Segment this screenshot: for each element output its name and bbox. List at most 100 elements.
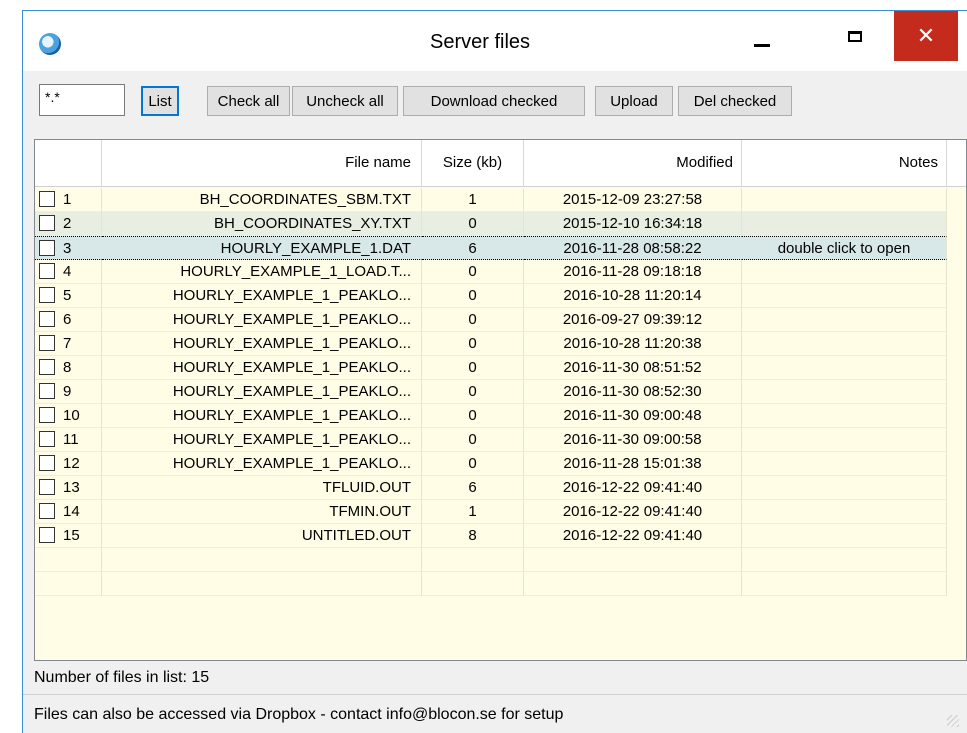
check-all-button[interactable]: Check all	[207, 86, 290, 116]
row-checkbox[interactable]	[39, 310, 55, 327]
maximize-button[interactable]	[826, 11, 884, 61]
modified-cell: 2016-11-30 08:51:52	[524, 356, 742, 380]
table-row[interactable]: 14 TFMIN.OUT 1 2016-12-22 09:41:40	[35, 500, 947, 524]
table-row[interactable]: 7 HOURLY_EXAMPLE_1_PEAKLO... 0 2016-10-28 1…	[35, 332, 947, 356]
file-name-cell[interactable]: BH_COORDINATES_XY.TXT	[102, 212, 422, 236]
row-select-cell[interactable]: 15	[35, 524, 102, 548]
row-number: 5	[63, 287, 72, 304]
download-checked-button[interactable]: Download checked	[403, 86, 585, 116]
table-row[interactable]: 8 HOURLY_EXAMPLE_1_PEAKLO... 0 2016-11-30 0…	[35, 356, 947, 380]
row-select-cell[interactable]: 13	[35, 476, 102, 500]
row-number: 15	[63, 527, 80, 544]
size-cell: 0	[422, 404, 524, 428]
row-checkbox[interactable]	[39, 382, 55, 399]
del-checked-button[interactable]: Del checked	[678, 86, 792, 116]
file-name-cell[interactable]: TFLUID.OUT	[102, 476, 422, 500]
file-name-cell[interactable]: HOURLY_EXAMPLE_1_PEAKLO...	[102, 284, 422, 308]
size-cell: 0	[422, 284, 524, 308]
notes-cell: double click to open	[742, 236, 947, 260]
row-number: 9	[63, 383, 72, 400]
file-name-cell[interactable]: BH_COORDINATES_SBM.TXT	[102, 188, 422, 212]
row-select-cell[interactable]: 10	[35, 404, 102, 428]
file-name-cell[interactable]: HOURLY_EXAMPLE_1.DAT	[102, 236, 422, 260]
table-row[interactable]: 10 HOURLY_EXAMPLE_1_PEAKLO... 0 2016-11-30 …	[35, 404, 947, 428]
row-number: 12	[63, 455, 80, 472]
row-checkbox[interactable]	[39, 406, 55, 423]
modified-cell: 2016-11-28 08:58:22	[524, 236, 742, 260]
row-checkbox[interactable]	[39, 358, 55, 375]
row-select-cell[interactable]: 8	[35, 356, 102, 380]
row-checkbox[interactable]	[39, 190, 55, 207]
notes-cell	[742, 332, 947, 356]
uncheck-all-button[interactable]: Uncheck all	[292, 86, 398, 116]
row-number: 8	[63, 359, 72, 376]
file-name-cell[interactable]: UNTITLED.OUT	[102, 524, 422, 548]
row-select-cell[interactable]: 6	[35, 308, 102, 332]
row-checkbox[interactable]	[39, 478, 55, 495]
file-name-cell[interactable]: TFMIN.OUT	[102, 500, 422, 524]
row-select-cell[interactable]: 5	[35, 284, 102, 308]
row-checkbox[interactable]	[39, 286, 55, 303]
row-number: 1	[63, 191, 72, 208]
column-header-select[interactable]	[35, 140, 102, 186]
row-checkbox[interactable]	[39, 502, 55, 519]
row-select-cell[interactable]: 11	[35, 428, 102, 452]
file-name-cell[interactable]: HOURLY_EXAMPLE_1_PEAKLO...	[102, 404, 422, 428]
table-row[interactable]: 6 HOURLY_EXAMPLE_1_PEAKLO... 0 2016-09-27 0…	[35, 308, 947, 332]
row-checkbox[interactable]	[39, 526, 55, 543]
file-count-status: Number of files in list: 15	[34, 669, 210, 686]
row-select-cell[interactable]: 2	[35, 212, 102, 236]
close-button[interactable]: ✕	[894, 11, 958, 61]
table-row[interactable]: 11 HOURLY_EXAMPLE_1_PEAKLO... 0 2016-11-30 …	[35, 428, 947, 452]
row-checkbox[interactable]	[39, 214, 55, 231]
column-header-modified[interactable]: Modified	[524, 140, 742, 186]
row-number: 7	[63, 335, 72, 352]
grid-header: File name Size (kb) Modified Notes	[35, 140, 966, 187]
title-bar[interactable]: Server files ✕	[23, 11, 967, 71]
file-name-cell[interactable]: HOURLY_EXAMPLE_1_PEAKLO...	[102, 380, 422, 404]
row-checkbox[interactable]	[39, 239, 55, 256]
row-select-cell[interactable]: 1	[35, 188, 102, 212]
table-row[interactable]: 1 BH_COORDINATES_SBM.TXT 1 2015-12-09 23:27…	[35, 188, 947, 212]
file-grid[interactable]: File name Size (kb) Modified Notes 1 BH_C…	[34, 139, 967, 661]
filter-input[interactable]: *.*	[39, 84, 125, 116]
file-name-cell[interactable]: HOURLY_EXAMPLE_1_PEAKLO...	[102, 356, 422, 380]
file-name-cell[interactable]: HOURLY_EXAMPLE_1_PEAKLO...	[102, 332, 422, 356]
column-header-file-name[interactable]: File name	[102, 140, 422, 186]
row-select-cell[interactable]: 4	[35, 260, 102, 284]
row-checkbox[interactable]	[39, 262, 55, 279]
row-checkbox[interactable]	[39, 454, 55, 471]
column-header-size[interactable]: Size (kb)	[422, 140, 524, 186]
notes-cell	[742, 404, 947, 428]
size-cell: 0	[422, 212, 524, 236]
resize-grip-icon[interactable]	[947, 715, 959, 727]
modified-cell: 2015-12-10 16:34:18	[524, 212, 742, 236]
list-button[interactable]: List	[141, 86, 179, 116]
row-number: 3	[63, 240, 72, 257]
modified-cell: 2016-09-27 09:39:12	[524, 308, 742, 332]
row-select-cell[interactable]: 7	[35, 332, 102, 356]
column-header-notes[interactable]: Notes	[742, 140, 947, 186]
status-divider	[23, 694, 967, 695]
file-name-cell[interactable]: HOURLY_EXAMPLE_1_PEAKLO...	[102, 308, 422, 332]
row-select-cell[interactable]: 12	[35, 452, 102, 476]
row-select-cell[interactable]: 3	[35, 236, 102, 260]
row-select-cell[interactable]: 9	[35, 380, 102, 404]
row-select-cell[interactable]: 14	[35, 500, 102, 524]
table-row[interactable]: 5 HOURLY_EXAMPLE_1_PEAKLO... 0 2016-10-28 1…	[35, 284, 947, 308]
table-row[interactable]: 15 UNTITLED.OUT 8 2016-12-22 09:41:40	[35, 524, 947, 548]
row-checkbox[interactable]	[39, 430, 55, 447]
file-name-cell[interactable]: HOURLY_EXAMPLE_1_PEAKLO...	[102, 452, 422, 476]
table-row[interactable]: 9 HOURLY_EXAMPLE_1_PEAKLO... 0 2016-11-30 0…	[35, 380, 947, 404]
table-row[interactable]: 4 HOURLY_EXAMPLE_1_LOAD.T... 0 2016-11-28 0…	[35, 260, 947, 284]
minimize-button[interactable]	[733, 11, 791, 61]
file-name-cell[interactable]: HOURLY_EXAMPLE_1_LOAD.T...	[102, 260, 422, 284]
file-name-cell[interactable]: HOURLY_EXAMPLE_1_PEAKLO...	[102, 428, 422, 452]
row-checkbox[interactable]	[39, 334, 55, 351]
table-row[interactable]: 13 TFLUID.OUT 6 2016-12-22 09:41:40	[35, 476, 947, 500]
modified-cell: 2016-11-30 09:00:48	[524, 404, 742, 428]
table-row[interactable]: 2 BH_COORDINATES_XY.TXT 0 2015-12-10 16:34:…	[35, 212, 947, 236]
table-row[interactable]: 3 HOURLY_EXAMPLE_1.DAT 6 2016-11-28 08:58:2…	[35, 236, 947, 260]
upload-button[interactable]: Upload	[595, 86, 673, 116]
table-row[interactable]: 12 HOURLY_EXAMPLE_1_PEAKLO... 0 2016-11-28 …	[35, 452, 947, 476]
